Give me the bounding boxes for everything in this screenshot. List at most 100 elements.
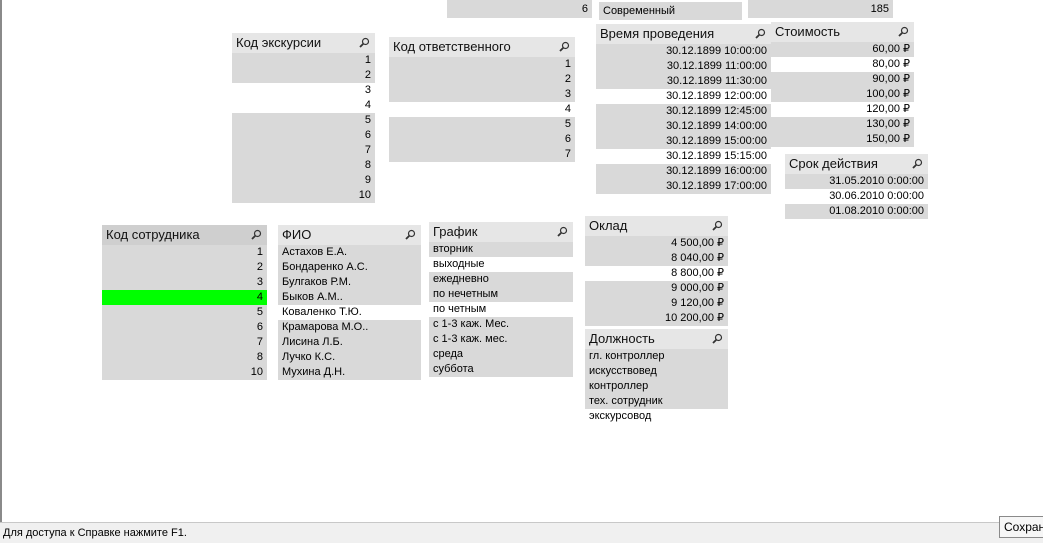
search-icon[interactable] [405,229,416,240]
listbox-item[interactable]: 5 [389,117,575,132]
listbox-item[interactable]: 6 [389,132,575,147]
listbox-item[interactable]: 30.12.1899 12:00:00 [596,89,771,104]
listbox-item[interactable]: 30.12.1899 16:00:00 [596,164,771,179]
listbox-kod-otvetstvennogo[interactable]: Код ответственного 1 2 3 4 5 6 7 [389,37,575,162]
listbox-item[interactable]: 31.05.2010 0:00:00 [785,174,928,189]
listbox-caption[interactable]: ФИО [278,225,421,245]
listbox-item[interactable]: 9 120,00 ₽ [585,296,728,311]
listbox-item[interactable]: Быков А.М.. [278,290,421,305]
listbox-item[interactable]: Мухина Д.Н. [278,365,421,380]
listbox-item[interactable]: 30.12.1899 10:00:00 [596,44,771,59]
listbox-item[interactable]: 1 [102,245,267,260]
search-icon[interactable] [712,333,723,344]
listbox-kod-sotrudnika[interactable]: Код сотрудника 1 2 3 4 5 6 7 8 10 [102,225,267,380]
listbox-oklad[interactable]: Оклад 4 500,00 ₽8 040,00 ₽8 800,00 ₽9 000… [585,216,728,326]
listbox-item[interactable]: 01.08.2010 0:00:00 [785,204,928,219]
search-icon[interactable] [712,220,723,231]
listbox-item[interactable]: 30.12.1899 14:00:00 [596,119,771,134]
listbox-item[interactable]: 130,00 ₽ [771,117,914,132]
listbox-item[interactable]: 7 [102,335,267,350]
listbox-item[interactable]: ежедневно [429,272,573,287]
listbox-item[interactable]: 120,00 ₽ [771,102,914,117]
listbox-caption[interactable]: Код экскурсии [232,33,375,53]
listbox-item[interactable]: 9 000,00 ₽ [585,281,728,296]
search-icon[interactable] [251,229,262,240]
listbox-item[interactable]: 6 [102,320,267,335]
listbox-item[interactable]: 150,00 ₽ [771,132,914,147]
listbox-item[interactable]: тех. сотрудник [585,394,728,409]
listbox-stoimost[interactable]: Стоимость 60,00 ₽80,00 ₽90,00 ₽100,00 ₽12… [771,22,914,147]
search-icon[interactable] [559,41,570,52]
listbox-item[interactable]: 3 [232,83,375,98]
listbox-item[interactable]: 2 [102,260,267,275]
listbox-item[interactable]: 3 [102,275,267,290]
listbox-caption[interactable]: График [429,222,573,242]
listbox-item[interactable]: искусствовед [585,364,728,379]
listbox-item[interactable]: 30.12.1899 11:30:00 [596,74,771,89]
listbox-item[interactable]: 5 [102,305,267,320]
listbox-item[interactable]: 5 [232,113,375,128]
listbox-item[interactable]: по четным [429,302,573,317]
listbox-item[interactable]: с 1-3 каж. Мес. [429,317,573,332]
search-icon[interactable] [898,26,909,37]
listbox-item[interactable]: 7 [232,143,375,158]
listbox-item[interactable]: 2 [389,72,575,87]
listbox-item[interactable]: суббота [429,362,573,377]
search-icon[interactable] [359,37,370,48]
listbox-item[interactable]: выходные [429,257,573,272]
listbox-item[interactable]: 30.12.1899 17:00:00 [596,179,771,194]
listbox-item[interactable]: 4 500,00 ₽ [585,236,728,251]
listbox-item[interactable]: 30.06.2010 0:00:00 [785,189,928,204]
partial-listbox-row[interactable]: Современный [599,2,742,20]
listbox-item[interactable]: гл. контроллер [585,349,728,364]
listbox-item[interactable]: 1 [232,53,375,68]
listbox-item[interactable]: среда [429,347,573,362]
listbox-item[interactable]: 90,00 ₽ [771,72,914,87]
listbox-vremya-provedeniya[interactable]: Время проведения 30.12.1899 10:00:00 30.12… [596,24,771,194]
listbox-caption[interactable]: Стоимость [771,22,914,42]
listbox-item[interactable]: Лисина Л.Б. [278,335,421,350]
search-icon[interactable] [557,226,568,237]
listbox-item[interactable]: Астахов Е.А. [278,245,421,260]
listbox-item[interactable]: 10 200,00 ₽ [585,311,728,326]
partial-listbox-row[interactable]: 6 [447,0,592,18]
listbox-item[interactable]: Коваленко Т.Ю. [278,305,421,320]
listbox-caption[interactable]: Должность [585,329,728,349]
listbox-item[interactable]: с 1-3 каж. мес. [429,332,573,347]
listbox-item[interactable]: 60,00 ₽ [771,42,914,57]
listbox-item[interactable]: 8 040,00 ₽ [585,251,728,266]
listbox-item[interactable]: 80,00 ₽ [771,57,914,72]
listbox-item[interactable]: 3 [389,87,575,102]
listbox-item[interactable]: вторник [429,242,573,257]
listbox-item[interactable]: 1 [389,57,575,72]
listbox-item[interactable]: экскурсовод [585,409,728,424]
listbox-item[interactable]: 8 [102,350,267,365]
listbox-item[interactable]: Лучко К.С. [278,350,421,365]
listbox-caption[interactable]: Код ответственного [389,37,575,57]
search-icon[interactable] [755,28,766,39]
listbox-caption[interactable]: Код сотрудника [102,225,267,245]
listbox-item[interactable]: 30.12.1899 12:45:00 [596,104,771,119]
listbox-item[interactable]: 7 [389,147,575,162]
listbox-item[interactable]: Крамарова М.О.. [278,320,421,335]
listbox-item[interactable]: Булгаков Р.М. [278,275,421,290]
listbox-item[interactable]: 8 800,00 ₽ [585,266,728,281]
listbox-item[interactable]: 4 [102,290,267,305]
listbox-item[interactable]: 30.12.1899 15:15:00 [596,149,771,164]
listbox-item[interactable]: 30.12.1899 11:00:00 [596,59,771,74]
listbox-caption[interactable]: Оклад [585,216,728,236]
listbox-item[interactable]: 6 [232,128,375,143]
listbox-item[interactable]: 100,00 ₽ [771,87,914,102]
listbox-caption[interactable]: Срок действия [785,154,928,174]
listbox-item[interactable]: 4 [232,98,375,113]
listbox-item[interactable]: 30.12.1899 15:00:00 [596,134,771,149]
listbox-item[interactable]: 9 [232,173,375,188]
listbox-item[interactable]: 10 [102,365,267,380]
listbox-dolzhnost[interactable]: Должность гл. контроллер искусствовед контр… [585,329,728,424]
listbox-fio[interactable]: ФИО Астахов Е.А. Бондаренко А.С. Булгаков Р… [278,225,421,380]
listbox-caption[interactable]: Время проведения [596,24,771,44]
listbox-item[interactable]: по нечетным [429,287,573,302]
search-icon[interactable] [912,158,923,169]
listbox-kod-ekskursii[interactable]: Код экскурсии 1 2 3 4 5 6 7 8 9 10 [232,33,375,203]
listbox-item[interactable]: 4 [389,102,575,117]
